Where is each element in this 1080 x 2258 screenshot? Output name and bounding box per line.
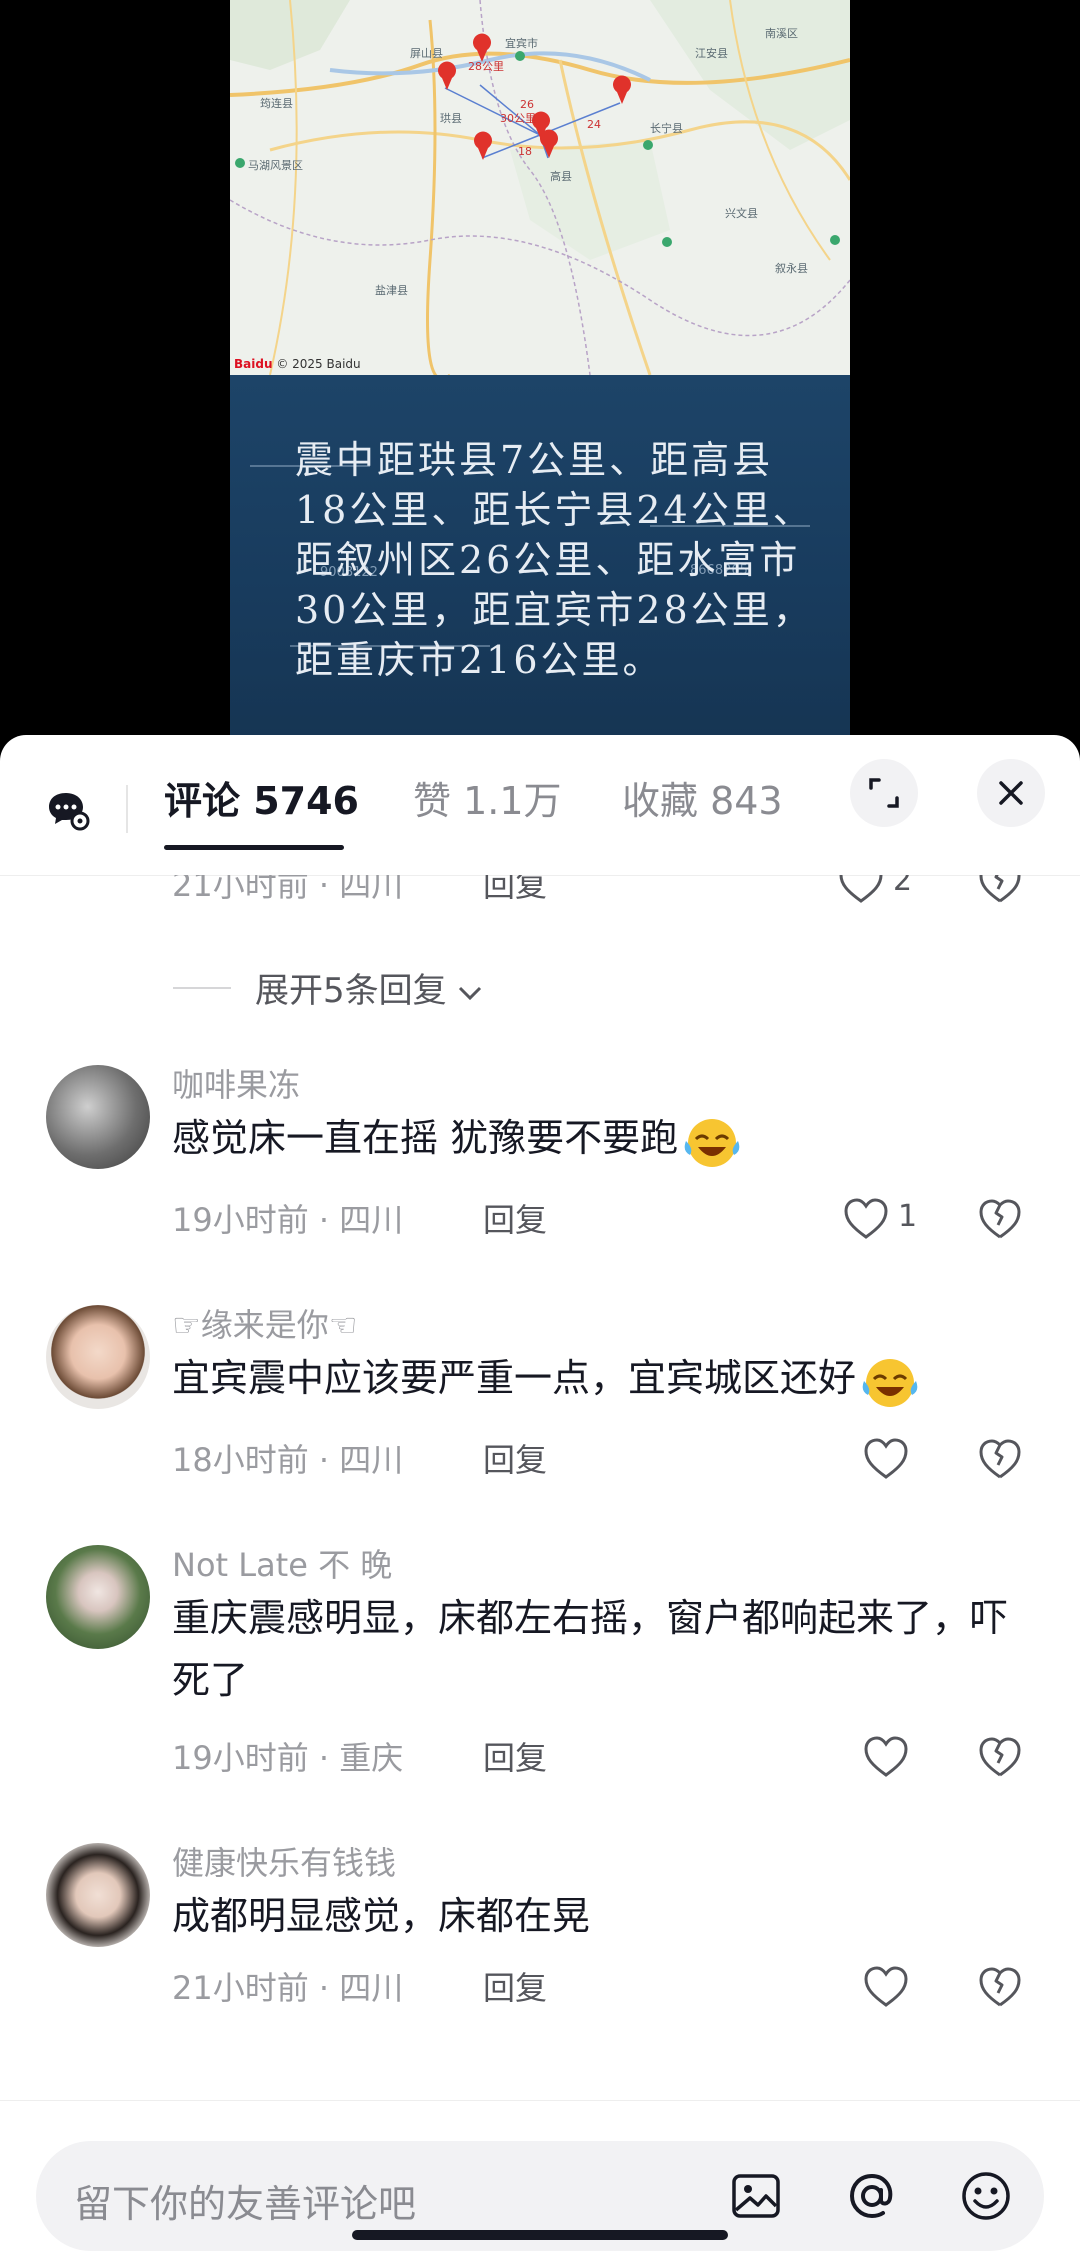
map-label: 兴文县 bbox=[725, 207, 758, 220]
comment-text: 成都明显感觉，床都在晃 bbox=[172, 1894, 591, 1938]
comment-meta: 18小时前 · 四川 bbox=[172, 1441, 404, 1479]
map-label: 屏山县 bbox=[410, 47, 443, 60]
avatar[interactable] bbox=[46, 1065, 150, 1169]
expand-icon bbox=[869, 778, 899, 808]
dislike-heart-icon[interactable] bbox=[978, 1197, 1022, 1241]
tab-comments[interactable]: 评论 5746 bbox=[164, 770, 359, 825]
baidu-logo: Baidu © 2025 Baidu bbox=[234, 357, 361, 371]
reply-button[interactable]: 回复 bbox=[483, 1963, 547, 2009]
comment-text: 宜宾震中应该要严重一点，宜宾城区还好 bbox=[172, 1347, 1052, 1409]
laugh-cry-emoji-icon bbox=[684, 1118, 740, 1167]
expand-divider bbox=[173, 987, 231, 989]
dislike-heart-icon[interactable] bbox=[978, 1965, 1022, 2009]
tab-active-indicator bbox=[164, 845, 344, 850]
avatar[interactable] bbox=[46, 1305, 150, 1409]
comment-meta: 19小时前 · 重庆 bbox=[172, 1739, 404, 1777]
expand-replies-button[interactable]: 展开5条回复 bbox=[255, 963, 483, 1012]
like-count: 2 bbox=[893, 875, 913, 898]
comment-sheet-header: 评论 5746 赞 1.1万 收藏 843 bbox=[0, 735, 1080, 876]
map-label: 叙永县 bbox=[775, 262, 808, 275]
map-distance-label: 30公里 bbox=[500, 112, 536, 125]
comment-text: 感觉床一直在摇 犹豫要不要跑 bbox=[172, 1107, 1032, 1169]
video-caption-panel: 9008122 8668265 震中距珙县7公里、距高县18公里、距长宁县24公… bbox=[230, 375, 850, 740]
dislike-heart-icon[interactable] bbox=[978, 1735, 1022, 1779]
like-heart-icon[interactable] bbox=[862, 1437, 910, 1481]
comment-username[interactable]: 健康快乐有钱钱 bbox=[172, 1838, 396, 1884]
map-label: 南溪区 bbox=[765, 27, 798, 40]
map-label: 宜宾市 bbox=[505, 37, 538, 50]
map-label: 江安县 bbox=[695, 47, 728, 60]
comment-settings-icon[interactable] bbox=[46, 787, 90, 831]
map-label: 珙县 bbox=[440, 112, 462, 125]
like-heart-icon[interactable] bbox=[862, 1735, 910, 1779]
dislike-heart-icon[interactable] bbox=[978, 1437, 1022, 1481]
home-indicator[interactable] bbox=[352, 2230, 728, 2240]
comment-sheet: 评论 5746 赞 1.1万 收藏 843 21小时前 · 四川 回复 2 展开… bbox=[0, 735, 1080, 2258]
video-player[interactable]: 宜宾市 屏山县 筠连县 珙县 高县 兴文县 长宁县 江安县 叙永县 南溪区 盐津… bbox=[0, 0, 1080, 740]
expand-button[interactable] bbox=[850, 759, 918, 827]
comment-username[interactable]: Not Late 不 晚 bbox=[172, 1540, 392, 1586]
map-label: 盐津县 bbox=[375, 284, 408, 297]
reply-button[interactable]: 回复 bbox=[483, 875, 547, 906]
map-label: 马湖风景区 bbox=[248, 159, 303, 172]
like-count: 1 bbox=[898, 1199, 918, 1234]
tab-likes[interactable]: 赞 1.1万 bbox=[413, 770, 562, 825]
map-image: 宜宾市 屏山县 筠连县 珙县 高县 兴文县 长宁县 江安县 叙永县 南溪区 盐津… bbox=[230, 0, 850, 375]
close-icon bbox=[999, 781, 1023, 805]
comment-meta: 21小时前 · 四川 bbox=[172, 1969, 404, 2007]
video-caption: 震中距珙县7公里、距高县18公里、距长宁县24公里、距叙州区26公里、距水富市3… bbox=[295, 438, 814, 682]
close-button[interactable] bbox=[977, 759, 1045, 827]
comment-text: 重庆震感明显，床都左右摇，窗户都响起来了，吓死了 bbox=[172, 1596, 1009, 1702]
chevron-down-icon bbox=[459, 986, 482, 1000]
map-label: 高县 bbox=[550, 170, 572, 183]
map-distance-label: 18 bbox=[518, 145, 532, 158]
mention-at-icon[interactable] bbox=[844, 2168, 900, 2224]
expand-replies-label: 展开5条回复 bbox=[255, 971, 447, 1011]
like-heart-icon[interactable] bbox=[837, 875, 885, 905]
reply-button[interactable]: 回复 bbox=[483, 1435, 547, 1481]
laugh-cry-emoji-icon bbox=[862, 1358, 918, 1407]
tab-favorites[interactable]: 收藏 843 bbox=[622, 770, 783, 825]
comment-list[interactable]: 21小时前 · 四川 回复 2 展开5条回复 咖啡果冻 感觉床一直在摇 犹豫要不… bbox=[0, 875, 1080, 2100]
emoji-icon[interactable] bbox=[958, 2168, 1014, 2224]
comment-username[interactable]: ☞缘来是你☜ bbox=[172, 1300, 357, 1346]
reply-button[interactable]: 回复 bbox=[483, 1195, 547, 1241]
avatar[interactable] bbox=[46, 1843, 150, 1947]
comment-input-placeholder: 留下你的友善评论吧 bbox=[74, 2182, 417, 2226]
avatar[interactable] bbox=[46, 1545, 150, 1649]
image-icon[interactable] bbox=[728, 2168, 784, 2224]
like-heart-icon[interactable] bbox=[862, 1965, 910, 2009]
map-label: 长宁县 bbox=[650, 122, 683, 135]
map-label: 筠连县 bbox=[260, 97, 293, 110]
map-distance-label: 28公里 bbox=[468, 60, 504, 73]
comment-meta: 21小时前 · 四川 bbox=[172, 875, 404, 904]
like-heart-icon[interactable] bbox=[842, 1197, 890, 1241]
header-divider bbox=[126, 785, 128, 833]
comment-meta: 19小时前 · 四川 bbox=[172, 1201, 404, 1239]
dislike-heart-icon[interactable] bbox=[978, 875, 1022, 905]
map-distance-label: 24 bbox=[587, 118, 601, 131]
comment-username[interactable]: 咖啡果冻 bbox=[172, 1060, 300, 1106]
reply-button[interactable]: 回复 bbox=[483, 1733, 547, 1779]
